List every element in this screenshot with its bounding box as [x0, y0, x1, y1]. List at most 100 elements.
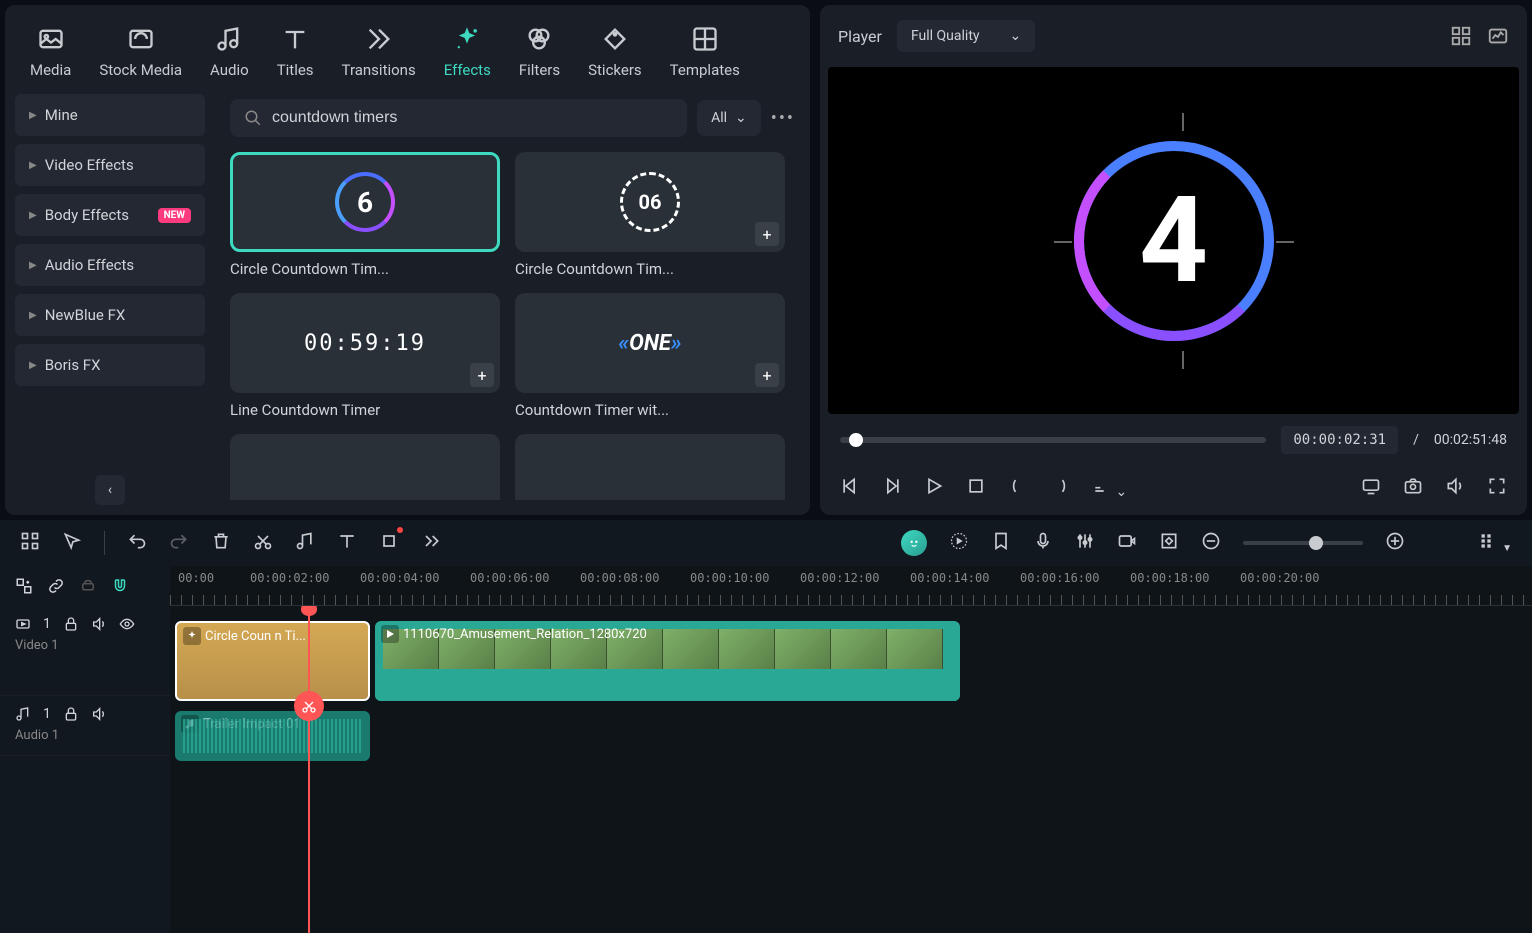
effect-item[interactable]: «ONE»+ Countdown Timer wit... — [515, 293, 785, 419]
tab-effects[interactable]: Effects — [439, 20, 496, 84]
marker-dropdown-button[interactable]: ⌄ — [1092, 476, 1127, 500]
scrubber[interactable] — [840, 437, 1266, 443]
playhead[interactable] — [308, 606, 310, 933]
audio-track-row[interactable]: Trailer Impact 01 — [170, 706, 1532, 766]
fullscreen-button[interactable] — [1487, 476, 1507, 500]
redo-button[interactable] — [169, 531, 189, 555]
player-panel: Player Full Quality⌄ 4 00:00:02:31 / 00:… — [820, 5, 1527, 515]
effect-thumbnail[interactable]: «ONE»+ — [515, 293, 785, 393]
sidebar-item-video-effects[interactable]: ▶Video Effects — [15, 144, 205, 186]
effect-thumbnail[interactable]: 00:59:19+ — [230, 293, 500, 393]
effects-grid: 6 Circle Countdown Tim... 06+ Circle Cou… — [230, 152, 795, 500]
search-box[interactable] — [230, 99, 687, 137]
add-effect-button[interactable]: + — [470, 363, 494, 387]
sidebar-item-mine[interactable]: ▶Mine — [15, 94, 205, 136]
preview-area[interactable]: 4 — [828, 67, 1519, 414]
effect-clip[interactable]: Circle Coun n Ti... — [175, 621, 370, 701]
more-tools-button[interactable] — [421, 531, 441, 555]
record-icon[interactable] — [1117, 531, 1137, 555]
timeline-ruler[interactable]: 00:00 00:00:02:00 00:00:04:00 00:00:06:0… — [170, 566, 1532, 606]
mixer-icon[interactable] — [1075, 531, 1095, 555]
tab-audio[interactable]: Audio — [205, 20, 254, 84]
track-add-icon[interactable] — [15, 577, 33, 595]
add-effect-button[interactable]: + — [755, 363, 779, 387]
marker-icon[interactable] — [991, 531, 1011, 555]
new-badge: NEW — [158, 208, 191, 223]
volume-button[interactable] — [1445, 476, 1465, 500]
sidebar-collapse-button[interactable]: ‹ — [95, 475, 125, 505]
arrange-icon[interactable] — [20, 531, 40, 555]
effect-thumbnail[interactable] — [230, 434, 500, 500]
lock-icon[interactable] — [63, 616, 79, 632]
snapshot-button[interactable] — [1403, 476, 1423, 500]
mute-icon[interactable] — [91, 616, 107, 632]
prev-frame-button[interactable] — [840, 476, 860, 500]
tab-transitions[interactable]: Transitions — [337, 20, 421, 84]
tab-titles[interactable]: Titles — [272, 20, 319, 84]
search-input[interactable] — [272, 109, 673, 127]
undo-button[interactable] — [127, 531, 147, 555]
more-button[interactable]: ••• — [771, 108, 795, 129]
mute-icon[interactable] — [91, 706, 107, 722]
select-tool-icon[interactable] — [62, 531, 82, 555]
effect-thumbnail[interactable]: 6 — [230, 152, 500, 252]
sidebar-item-body-effects[interactable]: ▶Body EffectsNEW — [15, 194, 205, 236]
grid-view-icon[interactable] — [1450, 25, 1472, 47]
video-clip[interactable]: 1110670_Amusement_Relation_1280x720 — [375, 621, 960, 701]
mark-out-button[interactable] — [1050, 476, 1070, 500]
display-button[interactable] — [1361, 476, 1381, 500]
zoom-slider[interactable] — [1243, 541, 1363, 545]
search-icon — [244, 109, 262, 127]
ai-button[interactable] — [901, 530, 927, 556]
stop-button[interactable] — [966, 476, 986, 500]
next-frame-button[interactable] — [882, 476, 902, 500]
tab-media[interactable]: Media — [25, 20, 76, 84]
chevron-down-icon: ⌄ — [1010, 28, 1022, 44]
delete-button[interactable] — [211, 531, 231, 555]
voiceover-icon[interactable] — [1033, 531, 1053, 555]
effect-item[interactable]: 6 Circle Countdown Tim... — [230, 152, 500, 278]
magnet-icon[interactable] — [111, 577, 129, 595]
mark-in-button[interactable] — [1008, 476, 1028, 500]
chevron-right-icon: ▶ — [29, 110, 37, 121]
video-track-row[interactable]: Circle Coun n Ti... 1110670_Amusement_Re… — [170, 616, 1532, 706]
effect-item[interactable] — [230, 434, 500, 500]
lock-icon[interactable] — [63, 706, 79, 722]
chevron-right-icon: ▶ — [29, 260, 37, 271]
sidebar-item-newblue-fx[interactable]: ▶NewBlue FX — [15, 294, 205, 336]
tab-filters[interactable]: Filters — [514, 20, 565, 84]
effect-item[interactable]: 00:59:19+ Line Countdown Timer — [230, 293, 500, 419]
scopes-icon[interactable] — [1487, 25, 1509, 47]
effects-sidebar: ▶Mine ▶Video Effects ▶Body EffectsNEW ▶A… — [5, 84, 215, 515]
group-icon[interactable] — [79, 577, 97, 595]
sidebar-item-audio-effects[interactable]: ▶Audio Effects — [15, 244, 205, 286]
split-at-playhead-icon[interactable] — [294, 691, 324, 721]
render-icon[interactable] — [949, 531, 969, 555]
effect-thumbnail[interactable] — [515, 434, 785, 500]
quality-dropdown[interactable]: Full Quality⌄ — [897, 20, 1035, 52]
effect-thumbnail[interactable]: 06+ — [515, 152, 785, 252]
play-button[interactable] — [924, 476, 944, 500]
filter-dropdown[interactable]: All⌄ — [697, 100, 761, 136]
effect-item[interactable]: 06+ Circle Countdown Tim... — [515, 152, 785, 278]
audio-detach-button[interactable] — [295, 531, 315, 555]
text-button[interactable] — [337, 531, 357, 555]
link-icon[interactable] — [47, 577, 65, 595]
view-options-button[interactable]: ▼ — [1479, 531, 1512, 555]
sidebar-item-boris-fx[interactable]: ▶Boris FX — [15, 344, 205, 386]
video-clip-icon — [381, 625, 399, 643]
zoom-out-button[interactable] — [1201, 531, 1221, 555]
tab-stock-media[interactable]: Stock Media — [94, 20, 187, 84]
split-button[interactable] — [253, 531, 273, 555]
keyframe-icon[interactable] — [1159, 531, 1179, 555]
effect-item[interactable] — [515, 434, 785, 500]
add-effect-button[interactable]: + — [755, 222, 779, 246]
tab-stickers[interactable]: Stickers — [583, 20, 647, 84]
audio-track-icon — [15, 706, 31, 722]
tab-templates[interactable]: Templates — [665, 20, 745, 84]
zoom-in-button[interactable] — [1385, 531, 1405, 555]
audio-clip[interactable]: Trailer Impact 01 — [175, 711, 370, 761]
visibility-icon[interactable] — [119, 616, 135, 632]
track-header-audio1: 1 Audio 1 — [0, 696, 170, 756]
crop-button[interactable] — [379, 531, 399, 555]
